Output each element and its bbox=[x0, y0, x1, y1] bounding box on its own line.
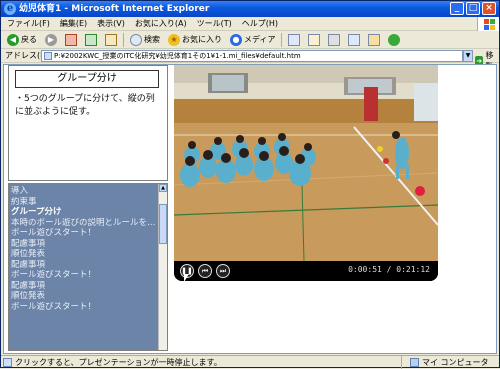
address-value: P:¥2002KWC_授業のITC化研究¥幼児体育1その1¥1-1.mi_fil… bbox=[54, 52, 301, 60]
zone-label: マイ コンピュータ bbox=[422, 358, 489, 367]
address-input[interactable]: P:¥2002KWC_授業のITC化研究¥幼児体育1その1¥1-1.mi_fil… bbox=[41, 50, 463, 62]
toolbar-separator bbox=[281, 32, 283, 47]
messenger-icon bbox=[388, 33, 401, 46]
outline-list: 導入 約束事 グループ分け 本時のボール遊びの説明とルールを… ボール遊びスター… bbox=[11, 186, 159, 312]
next-icon[interactable]: ⏭ bbox=[216, 264, 230, 278]
outline-item[interactable]: ボール遊びスタート！ bbox=[11, 228, 159, 239]
outline-item[interactable]: 約束事 bbox=[11, 197, 159, 208]
search-button[interactable]: 検索 bbox=[128, 32, 162, 47]
video-player[interactable] bbox=[174, 65, 438, 281]
address-dropdown-button[interactable]: ▼ bbox=[463, 50, 473, 62]
stop-button[interactable] bbox=[63, 32, 79, 47]
mail-button[interactable] bbox=[306, 32, 322, 47]
outline-item[interactable]: 本時のボール遊びの説明とルールを… bbox=[11, 218, 159, 229]
minimize-button[interactable]: _ bbox=[450, 2, 464, 15]
edit-button[interactable] bbox=[346, 32, 362, 47]
outline-scrollbar[interactable]: ▲ bbox=[158, 184, 167, 350]
back-button[interactable]: ◀ 戻る bbox=[5, 32, 39, 47]
menu-bar: ファイル(F) 編集(E) 表示(V) お気に入り(A) ツール(T) ヘルプ(… bbox=[1, 17, 499, 31]
page-status-icon bbox=[3, 358, 12, 367]
player-controls: ❚❚ ⏮ ⏭ 0:00:51 / 0:21:12 bbox=[174, 261, 438, 281]
status-message: クリックすると、プレゼンテーションが一時停止します。 bbox=[15, 358, 222, 367]
close-button[interactable]: × bbox=[482, 2, 496, 15]
menu-file[interactable]: ファイル(F) bbox=[7, 18, 50, 29]
favorites-button[interactable]: ★ お気に入り bbox=[166, 32, 224, 47]
media-button[interactable]: ● メディア bbox=[228, 32, 277, 47]
browser-window: e 幼児体育1 - Microsoft Internet Explorer _ … bbox=[0, 0, 500, 369]
slide-description: ・5つのグループに分けて、縦の列に並ぶように促す。 bbox=[15, 94, 155, 117]
print-button[interactable] bbox=[326, 32, 342, 47]
back-label: 戻る bbox=[21, 35, 37, 44]
forward-arrow-icon: ▶ bbox=[45, 33, 57, 46]
search-icon bbox=[130, 33, 142, 46]
star-icon: ★ bbox=[168, 33, 180, 46]
toolbar-separator bbox=[123, 32, 124, 47]
slide-title: グループ分け bbox=[15, 70, 159, 88]
discuss-button[interactable] bbox=[366, 32, 382, 47]
ie-icon: e bbox=[4, 3, 16, 15]
refresh-icon bbox=[85, 33, 97, 46]
outline-panel: 導入 約束事 グループ分け 本時のボール遊びの説明とルールを… ボール遊びスター… bbox=[8, 183, 168, 351]
history-icon bbox=[288, 33, 301, 46]
title-bar: e 幼児体育1 - Microsoft Internet Explorer _ … bbox=[1, 1, 499, 17]
page-icon bbox=[44, 52, 52, 60]
video-frame-image bbox=[174, 65, 438, 261]
previous-icon[interactable]: ⏮ bbox=[198, 264, 212, 278]
outline-item[interactable]: 順位発表 bbox=[11, 291, 159, 302]
menu-help[interactable]: ヘルプ(H) bbox=[242, 18, 278, 29]
outline-item[interactable]: ボール遊びスタート！ bbox=[11, 302, 159, 313]
back-arrow-icon: ◀ bbox=[7, 33, 19, 46]
refresh-button[interactable] bbox=[83, 32, 99, 47]
window-title: 幼児体育1 - Microsoft Internet Explorer bbox=[19, 4, 210, 14]
outline-item[interactable]: 配慮事項 bbox=[11, 281, 159, 292]
outline-item-current[interactable]: グループ分け bbox=[11, 207, 159, 218]
history-button[interactable] bbox=[286, 32, 302, 47]
menu-tools[interactable]: ツール(T) bbox=[197, 18, 232, 29]
scroll-thumb[interactable] bbox=[159, 204, 167, 244]
media-label: メディア bbox=[244, 35, 276, 44]
security-zone: マイ コンピュータ bbox=[401, 356, 489, 369]
print-icon bbox=[328, 33, 341, 46]
messenger-button[interactable] bbox=[386, 32, 402, 47]
windows-logo-icon bbox=[477, 17, 499, 31]
mouse-cursor-icon bbox=[184, 274, 189, 282]
edit-icon bbox=[348, 33, 361, 46]
search-label: 検索 bbox=[144, 35, 160, 44]
scroll-up-arrow-icon[interactable]: ▲ bbox=[159, 184, 167, 192]
menu-view[interactable]: 表示(V) bbox=[97, 18, 125, 29]
stop-icon bbox=[65, 33, 77, 46]
maximize-button[interactable]: □ bbox=[466, 2, 480, 15]
address-bar: アドレス(D) P:¥2002KWC_授業のITC化研究¥幼児体育1その1¥1-… bbox=[1, 49, 499, 71]
status-bar: クリックすると、プレゼンテーションが一時停止します。 マイ コンピュータ bbox=[1, 355, 499, 369]
outline-item[interactable]: 順位発表 bbox=[11, 249, 159, 260]
media-icon: ● bbox=[230, 33, 242, 46]
discuss-icon bbox=[368, 33, 381, 46]
slide-panel: グループ分け ・5つのグループに分けて、縦の列に並ぶように促す。 bbox=[8, 65, 168, 181]
home-icon bbox=[105, 33, 117, 46]
outline-item[interactable]: 配慮事項 bbox=[11, 260, 159, 271]
menu-edit[interactable]: 編集(E) bbox=[60, 18, 87, 29]
menu-favorites[interactable]: お気に入り(A) bbox=[135, 18, 187, 29]
standard-toolbar: ◀ 戻る ▶ 検索 ★ お気に入り ● メディア bbox=[1, 31, 499, 49]
outline-item[interactable]: ボール遊びスタート！ bbox=[11, 270, 159, 281]
home-button[interactable] bbox=[103, 32, 119, 47]
forward-button[interactable]: ▶ bbox=[43, 32, 59, 47]
mail-icon bbox=[308, 33, 321, 46]
outline-item[interactable]: 配慮事項 bbox=[11, 239, 159, 250]
page-content: グループ分け ・5つのグループに分けて、縦の列に並ぶように促す。 導入 約束事 … bbox=[3, 64, 497, 354]
computer-icon bbox=[410, 358, 419, 367]
playback-time: 0:00:51 / 0:21:12 bbox=[348, 265, 430, 274]
outline-item[interactable]: 導入 bbox=[11, 186, 159, 197]
favorites-label: お気に入り bbox=[182, 35, 222, 44]
